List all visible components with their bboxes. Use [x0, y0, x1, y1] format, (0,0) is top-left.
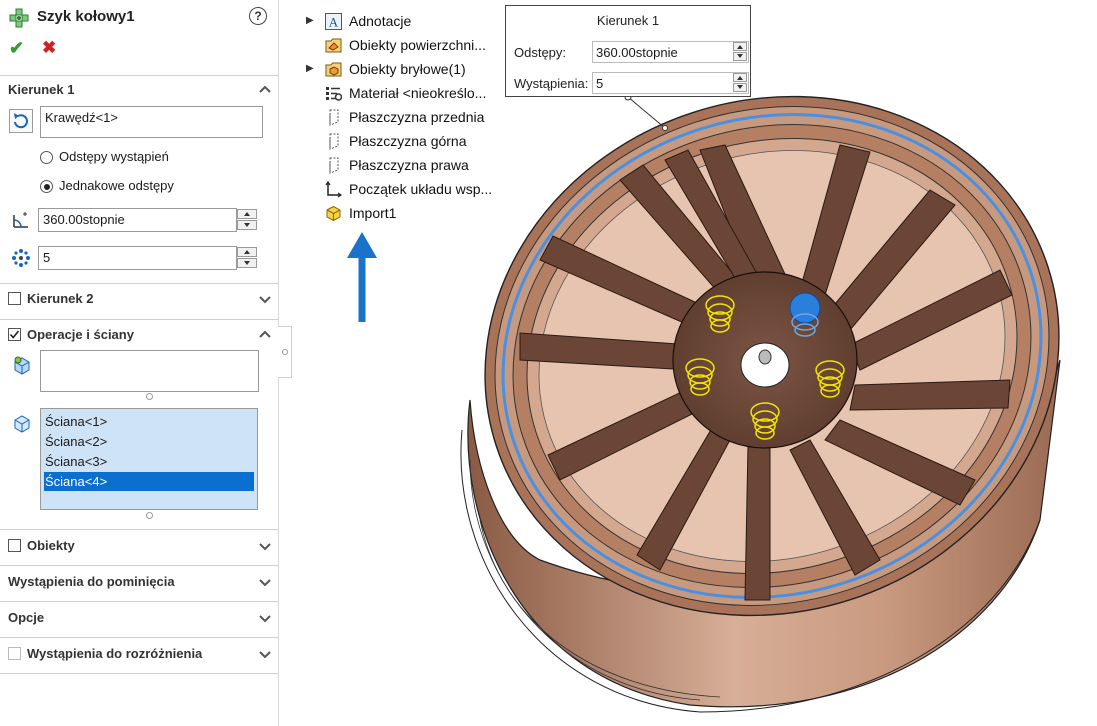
bodies-title[interactable]: Obiekty — [27, 538, 75, 553]
callout-instances-input[interactable]: 5 — [592, 72, 749, 94]
callout-spacing-stepper[interactable] — [733, 42, 749, 62]
instances-to-skip-title[interactable]: Wystąpienia do pominięcia — [8, 574, 175, 589]
ok-button[interactable]: ✔ — [9, 38, 24, 59]
property-manager: Szyk kołowy1 ? ✔ ✖ Kierunek 1 Krawędź<1>… — [0, 0, 279, 726]
expand-arrow-icon[interactable]: ▶ — [306, 15, 314, 26]
instance-spacing-radio[interactable] — [40, 151, 53, 164]
stepper-up-icon[interactable] — [733, 42, 747, 51]
angle-input[interactable]: 360.00stopnie — [38, 208, 237, 232]
divider — [0, 75, 278, 76]
instances-to-vary-title[interactable]: Wystąpienia do rozróżnienia — [27, 646, 202, 661]
stepper-up-icon[interactable] — [237, 247, 257, 257]
stepper-down-icon[interactable] — [733, 83, 747, 92]
imported-part-icon — [326, 205, 341, 222]
stepper-down-icon[interactable] — [733, 52, 747, 61]
surface-bodies-icon — [325, 38, 342, 53]
stepper-down-icon[interactable] — [237, 258, 257, 268]
tree-item-label: Import1 — [349, 205, 397, 221]
divider — [0, 601, 278, 602]
solid-bodies-icon — [325, 62, 342, 77]
direction1-callout: Kierunek 1 Odstępy: 360.00stopnie Wystąp… — [505, 5, 751, 97]
list-item-selected[interactable]: Ściana<4> — [44, 472, 254, 491]
angle-icon — [13, 212, 28, 228]
divider — [0, 637, 278, 638]
chevron-up-icon[interactable] — [258, 83, 272, 97]
list-item[interactable]: Ściana<2> — [44, 432, 254, 451]
resize-handle[interactable] — [146, 393, 153, 400]
faces-to-pattern-icon — [14, 415, 30, 433]
bodies-checkbox[interactable] — [8, 539, 21, 552]
features-faces-checkbox[interactable] — [8, 328, 21, 341]
list-item[interactable]: Ściana<3> — [44, 452, 254, 471]
expand-arrow-icon[interactable]: ▶ — [306, 63, 314, 74]
direction2-title[interactable]: Kierunek 2 — [27, 291, 93, 306]
plane-icon — [329, 157, 339, 174]
divider — [0, 283, 278, 284]
direction2-checkbox[interactable] — [8, 292, 21, 305]
callout-instances-stepper[interactable] — [733, 73, 749, 93]
callout-title: Kierunek 1 — [596, 13, 660, 28]
instance-spacing-label[interactable]: Odstępy wystąpień — [59, 149, 169, 164]
stepper-up-icon[interactable] — [237, 209, 257, 219]
plane-icon — [329, 109, 339, 126]
chevron-down-icon[interactable] — [258, 292, 272, 306]
instances-to-vary-checkbox[interactable] — [8, 647, 21, 660]
checkmark-icon — [9, 330, 20, 339]
instances-count-icon — [12, 249, 30, 267]
wheel-model-viewport[interactable] — [440, 80, 1080, 726]
circular-pattern-icon — [9, 8, 29, 28]
features-faces-title[interactable]: Operacje i ściany — [27, 327, 134, 342]
pointer-arrow-icon — [347, 232, 377, 322]
divider — [0, 529, 278, 530]
features-to-pattern-icon — [14, 356, 30, 375]
equal-spacing-radio[interactable] — [40, 180, 53, 193]
chevron-down-icon[interactable] — [258, 611, 272, 625]
lug-hole-selected-blue[interactable] — [789, 292, 821, 337]
chevron-down-icon[interactable] — [258, 539, 272, 553]
svg-text:A: A — [329, 15, 339, 30]
page-title: Szyk kołowy1 — [37, 8, 135, 25]
angle-stepper[interactable] — [237, 209, 257, 231]
callout-spacing-input[interactable]: 360.00stopnie — [592, 41, 749, 63]
cancel-button[interactable]: ✖ — [42, 38, 56, 58]
origin-icon — [325, 181, 342, 198]
tree-item-label: Obiekty bryłowe(1) — [349, 61, 466, 77]
panel-collapse-handle[interactable] — [278, 326, 292, 378]
options-title[interactable]: Opcje — [8, 610, 44, 625]
tree-item-label: Obiekty powierzchni... — [349, 37, 486, 53]
property-manager-header: Szyk kołowy1 ? ✔ ✖ — [0, 0, 278, 70]
chevron-down-icon[interactable] — [258, 647, 272, 661]
list-item[interactable]: Ściana<1> — [44, 412, 254, 431]
tree-item-label: Adnotacje — [349, 13, 412, 29]
chevron-up-icon[interactable] — [258, 328, 272, 342]
direction1-title[interactable]: Kierunek 1 — [8, 82, 74, 97]
equal-spacing-label[interactable]: Jednakowe odstępy — [59, 178, 174, 193]
plane-icon — [329, 133, 339, 150]
callout-instances-label: Wystąpienia: — [514, 76, 589, 91]
divider — [0, 673, 278, 674]
annotations-icon: A — [325, 13, 342, 30]
chevron-down-icon[interactable] — [258, 575, 272, 589]
material-icon — [326, 87, 342, 101]
instances-stepper[interactable] — [237, 247, 257, 269]
handle-dot — [282, 349, 288, 355]
faces-list[interactable]: Ściana<1> Ściana<2> Ściana<3> Ściana<4> — [40, 408, 258, 510]
features-selection-field[interactable] — [40, 350, 259, 392]
edge-selection-field[interactable]: Krawędź<1> — [40, 106, 263, 138]
stepper-down-icon[interactable] — [237, 220, 257, 230]
instances-input[interactable]: 5 — [38, 246, 237, 270]
divider — [0, 565, 278, 566]
reverse-direction-icon[interactable] — [9, 109, 33, 133]
divider — [0, 319, 278, 320]
callout-spacing-label: Odstępy: — [514, 45, 567, 60]
resize-handle[interactable] — [146, 512, 153, 519]
help-icon[interactable]: ? — [249, 7, 267, 25]
stepper-up-icon[interactable] — [733, 73, 747, 82]
